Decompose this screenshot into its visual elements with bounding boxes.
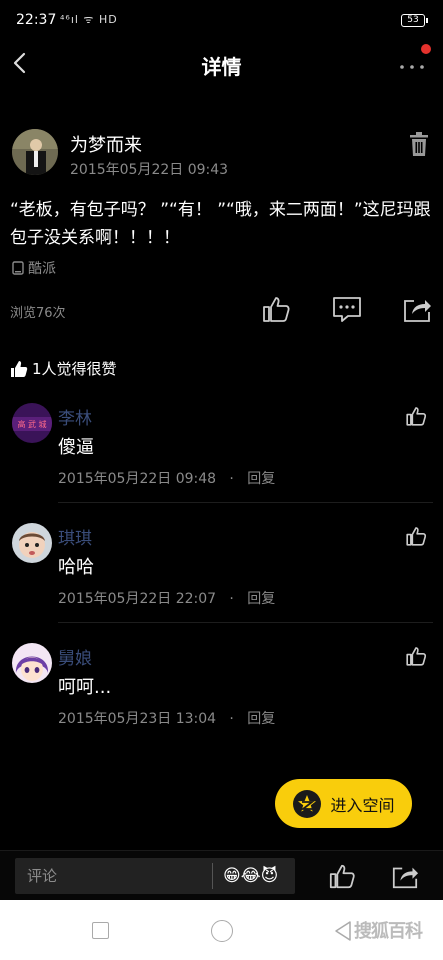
battery-icon: 53 (401, 14, 428, 27)
nav-bar: 详情 (0, 40, 443, 86)
post-source-label: 酷派 (28, 261, 56, 277)
home-button[interactable] (211, 920, 233, 942)
comment-text: 傻逼 (58, 437, 94, 458)
notification-dot (421, 44, 431, 54)
qzone-star-icon (293, 789, 322, 818)
likes-summary-text: 1人觉得很赞 (32, 360, 117, 378)
comment-button[interactable] (332, 294, 362, 324)
triangle-back-icon (335, 921, 351, 941)
commenter-name[interactable]: 舅娘 (58, 644, 92, 669)
meta-separator: · (229, 471, 234, 487)
bottom-share-button[interactable] (390, 862, 420, 890)
system-nav-bar: 搜狐百科 (0, 900, 443, 960)
comment-meta: 2015年05月23日 13:04 · 回复 (58, 708, 275, 728)
meta-separator: · (229, 711, 234, 727)
thumbs-up-icon (406, 407, 427, 426)
bottom-like-button[interactable] (328, 862, 356, 890)
enter-space-button[interactable]: 进入空间 (275, 779, 412, 828)
thumbs-up-icon (406, 647, 427, 666)
enter-space-label: 进入空间 (330, 795, 395, 815)
share-button[interactable] (402, 294, 432, 324)
like-button[interactable] (261, 294, 291, 324)
comment-like-button[interactable] (405, 525, 427, 547)
thumbs-up-icon (406, 527, 427, 546)
share-icon (392, 867, 419, 889)
avatar-photo (12, 129, 58, 175)
likes-summary[interactable]: 1人觉得很赞 (10, 358, 117, 379)
comment-time: 2015年05月22日 09:48 (58, 471, 217, 487)
reply-button[interactable]: 回复 (247, 591, 275, 607)
commenter-avatar[interactable] (12, 523, 52, 563)
avatar-image (12, 523, 52, 563)
page-title: 详情 (201, 55, 242, 79)
comment-like-button[interactable] (405, 645, 427, 667)
post-time: 2015年05月22日 09:43 (70, 162, 229, 178)
commenter-avatar[interactable] (12, 643, 52, 683)
bottom-bar: 😁😂😈 (0, 850, 443, 900)
reply-button[interactable]: 回复 (247, 711, 275, 727)
comment-time: 2015年05月23日 13:04 (58, 711, 217, 727)
system-back-button[interactable] (333, 920, 353, 942)
comment-meta: 2015年05月22日 09:48 · 回复 (58, 468, 275, 488)
avatar-image: 高 武 城 (12, 403, 52, 443)
comment-like-button[interactable] (405, 405, 427, 427)
trash-icon (410, 132, 428, 156)
phone-icon (12, 261, 24, 275)
thumbs-up-icon (329, 864, 355, 889)
delete-button[interactable] (407, 131, 431, 157)
post-content: “老板，有包子吗？ ”“有！ ”“哦，来二两面！”这尼玛跟包子没关系啊！！！！ (10, 200, 431, 248)
post-source: 酷派 (12, 258, 56, 278)
reply-button[interactable]: 回复 (247, 471, 275, 487)
status-bar: 22:37 ⁴⁶ıl ᯤ HD 53 (0, 0, 443, 40)
commenter-avatar[interactable]: 高 武 城 (12, 403, 52, 443)
comment-meta: 2015年05月22日 22:07 · 回复 (58, 588, 275, 608)
author-avatar[interactable] (12, 129, 58, 175)
author-name[interactable]: 为梦而来 (70, 131, 142, 157)
emoji-button[interactable]: 😁😂😈 (212, 863, 278, 889)
avatar-text: 高 武 城 (17, 419, 46, 429)
avatar-image (12, 643, 52, 683)
recents-button[interactable] (92, 922, 109, 939)
signal-wifi-icon: ⁴⁶ıl ᯤ HD (60, 13, 118, 26)
status-time: 22:37 (16, 12, 57, 28)
commenter-name[interactable]: 李林 (58, 404, 92, 429)
divider (58, 502, 433, 503)
thumbs-up-filled-icon (11, 360, 28, 377)
comment-text: 呵呵... (58, 677, 112, 698)
share-icon (404, 300, 431, 322)
meta-separator: · (229, 591, 234, 607)
comment-text: 哈哈 (58, 557, 94, 578)
divider (58, 622, 433, 623)
comment-time: 2015年05月22日 22:07 (58, 591, 217, 607)
comment-icon (333, 297, 361, 322)
thumbs-up-icon (263, 297, 290, 322)
commenter-name[interactable]: 琪琪 (58, 524, 92, 549)
view-count: 浏览76次 (10, 306, 66, 321)
watermark: 搜狐百科 (354, 921, 423, 942)
